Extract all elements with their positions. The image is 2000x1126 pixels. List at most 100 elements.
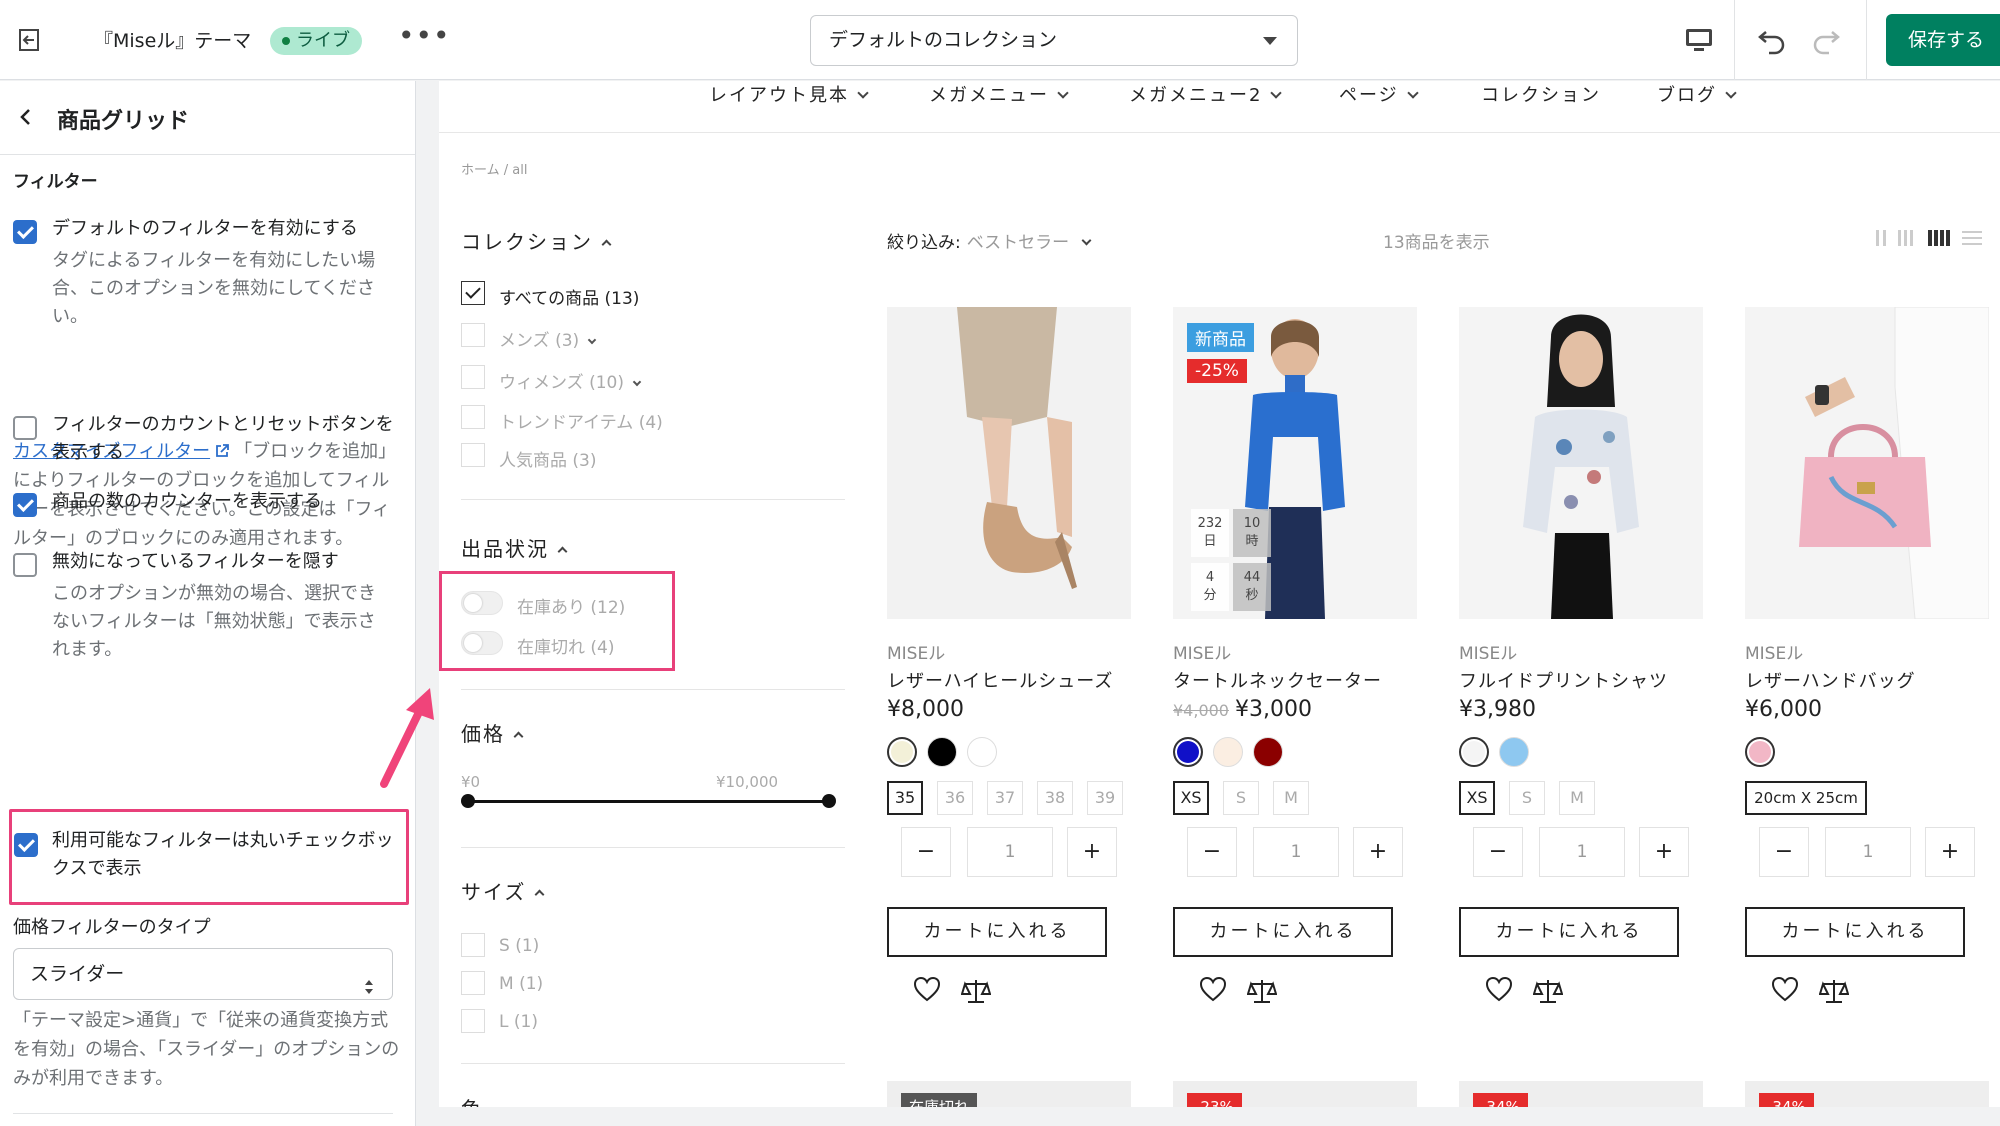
back-chevron-icon[interactable] [16,105,36,129]
counter-checkbox[interactable] [13,493,37,517]
nav-item[interactable]: メガメニュー2 [1129,81,1283,107]
product-name[interactable]: タートルネックセーター [1173,667,1382,693]
qty-minus-button[interactable]: − [1187,827,1237,877]
filter-checkbox[interactable] [461,971,485,995]
redo-icon[interactable] [1808,24,1842,56]
color-swatch[interactable] [967,737,997,767]
price-filter-title[interactable]: 価格 [461,718,524,747]
qty-plus-button[interactable]: + [1925,827,1975,877]
size-option[interactable]: XS [1459,781,1495,815]
wishlist-heart-icon[interactable] [1485,976,1513,1003]
size-option[interactable]: 37 [987,781,1023,815]
color-swatch[interactable] [887,737,917,767]
desktop-preview-icon[interactable] [1682,24,1716,56]
filter-checkbox[interactable] [461,443,485,467]
qty-minus-button[interactable]: − [1759,827,1809,877]
exit-icon[interactable] [14,24,46,56]
filter-checkbox[interactable] [461,323,485,347]
compare-scale-icon[interactable] [1818,977,1850,1005]
qty-plus-button[interactable]: + [1067,827,1117,877]
compare-scale-icon[interactable] [1532,977,1564,1005]
add-to-cart-button[interactable]: カートに入れる [887,907,1107,957]
compare-scale-icon[interactable] [960,977,992,1005]
grid-2-icon[interactable] [1875,229,1889,247]
size-option[interactable]: M [1273,781,1309,815]
product-name[interactable]: レザーハンドバッグ [1745,667,1916,693]
qty-plus-button[interactable]: + [1353,827,1403,877]
price-filter-select[interactable]: スライダー [13,948,393,1000]
size-option[interactable]: S [1509,781,1545,815]
product-image[interactable] [1745,307,1989,619]
qty-minus-button[interactable]: − [1473,827,1523,877]
in-stock-toggle[interactable] [461,591,503,615]
round-checkbox-checkbox[interactable] [14,833,38,857]
color-filter-title[interactable]: 色 [461,1093,483,1107]
list-view-icon[interactable] [1961,229,1983,247]
availability-filter-title[interactable]: 出品状況 [461,533,568,562]
product-card-partial[interactable]: -23% [1173,1081,1417,1107]
filter-checkbox[interactable] [461,1009,485,1033]
grid-4-icon[interactable] [1927,229,1953,247]
nav-item[interactable]: メガメニュー [929,81,1069,107]
count-reset-checkbox[interactable] [13,416,37,440]
filter-checkbox[interactable] [461,933,485,957]
product-image[interactable] [1459,307,1703,619]
compare-scale-icon[interactable] [1246,977,1278,1005]
collection-select[interactable]: デフォルトのコレクション [810,15,1298,66]
qty-plus-button[interactable]: + [1639,827,1689,877]
color-swatch[interactable] [1459,737,1489,767]
color-swatch[interactable] [927,737,957,767]
add-to-cart-button[interactable]: カートに入れる [1745,907,1965,957]
qty-input[interactable]: 1 [967,827,1053,877]
price-slider-track[interactable] [467,800,829,803]
qty-input[interactable]: 1 [1825,827,1911,877]
add-to-cart-button[interactable]: カートに入れる [1459,907,1679,957]
add-to-cart-button[interactable]: カートに入れる [1173,907,1393,957]
out-of-stock-toggle[interactable] [461,631,503,655]
color-swatch[interactable] [1253,737,1283,767]
color-swatch[interactable] [1213,737,1243,767]
qty-input[interactable]: 1 [1539,827,1625,877]
size-option[interactable]: 36 [937,781,973,815]
filter-checkbox[interactable] [461,365,485,389]
qty-input[interactable]: 1 [1253,827,1339,877]
filter-label: すべての商品 (13) [499,289,640,309]
size-option[interactable]: 20cm X 25cm [1745,781,1867,815]
filter-checkbox[interactable] [461,281,485,305]
product-card-partial[interactable]: -34% [1459,1081,1703,1107]
save-button[interactable]: 保存する [1886,14,2000,66]
nav-item[interactable]: ブログ [1657,81,1737,107]
product-card-partial[interactable]: -34% [1745,1081,1989,1107]
default-filter-checkbox[interactable] [13,220,37,244]
color-swatch[interactable] [1173,737,1203,767]
size-option[interactable]: 35 [887,781,923,815]
price-slider-max-handle[interactable] [822,794,836,808]
nav-item[interactable]: レイアウト見本 [709,81,869,107]
size-option[interactable]: 39 [1087,781,1123,815]
more-actions-button[interactable]: ••• [398,22,451,50]
price-slider-min-handle[interactable] [461,794,475,808]
color-swatch[interactable] [1745,737,1775,767]
size-option[interactable]: 38 [1037,781,1073,815]
product-name[interactable]: レザーハイヒールシューズ [887,667,1113,693]
size-option[interactable]: S [1223,781,1259,815]
nav-item[interactable]: コレクション [1481,81,1601,107]
product-name[interactable]: フルイドプリントシャツ [1459,667,1668,693]
product-card-partial[interactable]: 在庫切れ [887,1081,1131,1107]
wishlist-heart-icon[interactable] [1199,976,1227,1003]
sort-select[interactable]: 絞り込み: ベストセラー [887,228,1092,253]
size-filter-title[interactable]: サイズ [461,876,545,905]
wishlist-heart-icon[interactable] [913,976,941,1003]
size-option[interactable]: XS [1173,781,1209,815]
product-image[interactable] [887,307,1131,619]
grid-3-icon[interactable] [1897,229,1917,247]
nav-item[interactable]: ページ [1339,81,1419,107]
wishlist-heart-icon[interactable] [1771,976,1799,1003]
color-swatch[interactable] [1499,737,1529,767]
qty-minus-button[interactable]: − [901,827,951,877]
hide-disabled-checkbox[interactable] [13,553,37,577]
collection-filter-title[interactable]: コレクション [461,226,612,255]
size-option[interactable]: M [1559,781,1595,815]
undo-icon[interactable] [1756,24,1790,56]
filter-checkbox[interactable] [461,405,485,429]
